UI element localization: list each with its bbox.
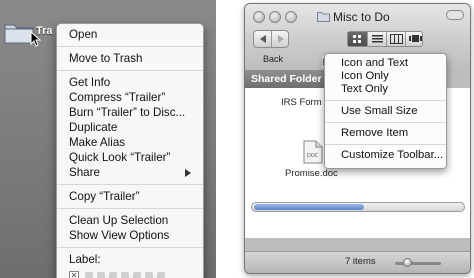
status-bar: 7 items: [245, 251, 470, 273]
cover-flow-button[interactable]: [405, 32, 424, 46]
menu-item-move-to-trash[interactable]: Move to Trash: [57, 51, 203, 66]
menu-separator: [57, 46, 203, 47]
label-color-swatch[interactable]: [97, 272, 105, 278]
label-heading: Label:: [69, 253, 101, 266]
label-color-swatch[interactable]: [85, 272, 93, 278]
icon-view-icon: [353, 35, 361, 43]
menu-item-quick-look[interactable]: Quick Look “Trailer”: [57, 150, 203, 165]
menu-item-use-small-size[interactable]: Use Small Size: [325, 105, 446, 118]
icon-view-button[interactable]: [348, 32, 367, 46]
menu-item-copy[interactable]: Copy “Trailer”: [57, 189, 203, 204]
doc-icon-text: DOC: [307, 153, 319, 159]
list-view-button[interactable]: [367, 32, 386, 46]
zoom-window-button[interactable]: [285, 11, 297, 23]
document-icon[interactable]: DOC: [303, 140, 323, 164]
window-title: Misc to Do: [333, 10, 390, 24]
view-mode-control: [347, 31, 423, 47]
menu-separator: [325, 100, 446, 101]
close-window-button[interactable]: [253, 11, 265, 23]
context-menu: Open Move to Trash Get Info Compress “Tr…: [56, 23, 204, 278]
menu-item-icon-and-text[interactable]: Icon and Text: [325, 57, 446, 70]
list-view-icon: [372, 35, 383, 43]
toolbar-context-menu: Icon and Text Icon Only Text Only Use Sm…: [324, 53, 447, 169]
column-view-icon: [390, 34, 403, 44]
menu-separator: [325, 122, 446, 123]
menu-item-customize-toolbar[interactable]: Customize Toolbar...: [325, 149, 446, 162]
menu-item-compress[interactable]: Compress “Trailer”: [57, 90, 203, 105]
sidebar-heading: Shared Folder: [245, 70, 325, 88]
menu-item-show-view-options[interactable]: Show View Options: [57, 228, 203, 243]
menu-item-share-label: Share: [69, 166, 100, 179]
scrollbar-thumb[interactable]: [254, 204, 364, 210]
label-none-icon[interactable]: ✕: [69, 271, 79, 278]
folder-icon: [317, 12, 330, 22]
forward-arrow-icon: [278, 35, 284, 43]
menu-item-burn-to-disc[interactable]: Burn “Trailer” to Disc...: [57, 105, 203, 120]
label-color-picker: ✕: [69, 270, 203, 278]
label-color-swatch[interactable]: [133, 272, 141, 278]
back-forward-control: [253, 30, 289, 48]
menu-separator: [57, 247, 203, 248]
minimize-window-button[interactable]: [269, 11, 281, 23]
menu-item-open[interactable]: Open: [57, 27, 203, 42]
column-view-button[interactable]: [386, 32, 405, 46]
label-color-swatch[interactable]: [121, 272, 129, 278]
desktop-panel: Tra Open Move to Trash Get Info Compress…: [0, 0, 216, 278]
file-item-label[interactable]: Promise.doc: [285, 168, 338, 179]
back-arrow-icon: [260, 35, 266, 43]
toolbar-toggle-button[interactable]: [446, 10, 464, 20]
back-label: Back: [263, 54, 284, 64]
menu-item-make-alias[interactable]: Make Alias: [57, 135, 203, 150]
forward-button[interactable]: [271, 31, 289, 47]
menu-separator: [57, 70, 203, 71]
icon-size-slider-knob[interactable]: [403, 258, 412, 267]
menu-item-duplicate[interactable]: Duplicate: [57, 120, 203, 135]
mouse-pointer-icon: [30, 31, 42, 47]
label-color-swatch[interactable]: [145, 272, 153, 278]
menu-item-icon-only[interactable]: Icon Only: [325, 70, 446, 83]
menu-item-share[interactable]: Share: [57, 165, 203, 180]
label-color-swatch[interactable]: [109, 272, 117, 278]
submenu-arrow-icon: [185, 169, 191, 177]
label-color-swatch[interactable]: [157, 272, 165, 278]
menu-item-get-info[interactable]: Get Info: [57, 75, 203, 90]
menu-item-text-only[interactable]: Text Only: [325, 83, 446, 96]
menu-separator: [325, 144, 446, 145]
cover-flow-icon: [409, 35, 422, 42]
horizontal-scrollbar[interactable]: [251, 202, 465, 212]
menu-separator: [57, 208, 203, 209]
menu-separator: [57, 184, 203, 185]
back-button[interactable]: [254, 31, 272, 47]
menu-item-remove-item[interactable]: Remove Item: [325, 127, 446, 140]
menu-item-clean-up-selection[interactable]: Clean Up Selection: [57, 213, 203, 228]
icon-size-slider-track[interactable]: [395, 262, 441, 265]
item-count: 7 items: [345, 256, 376, 267]
